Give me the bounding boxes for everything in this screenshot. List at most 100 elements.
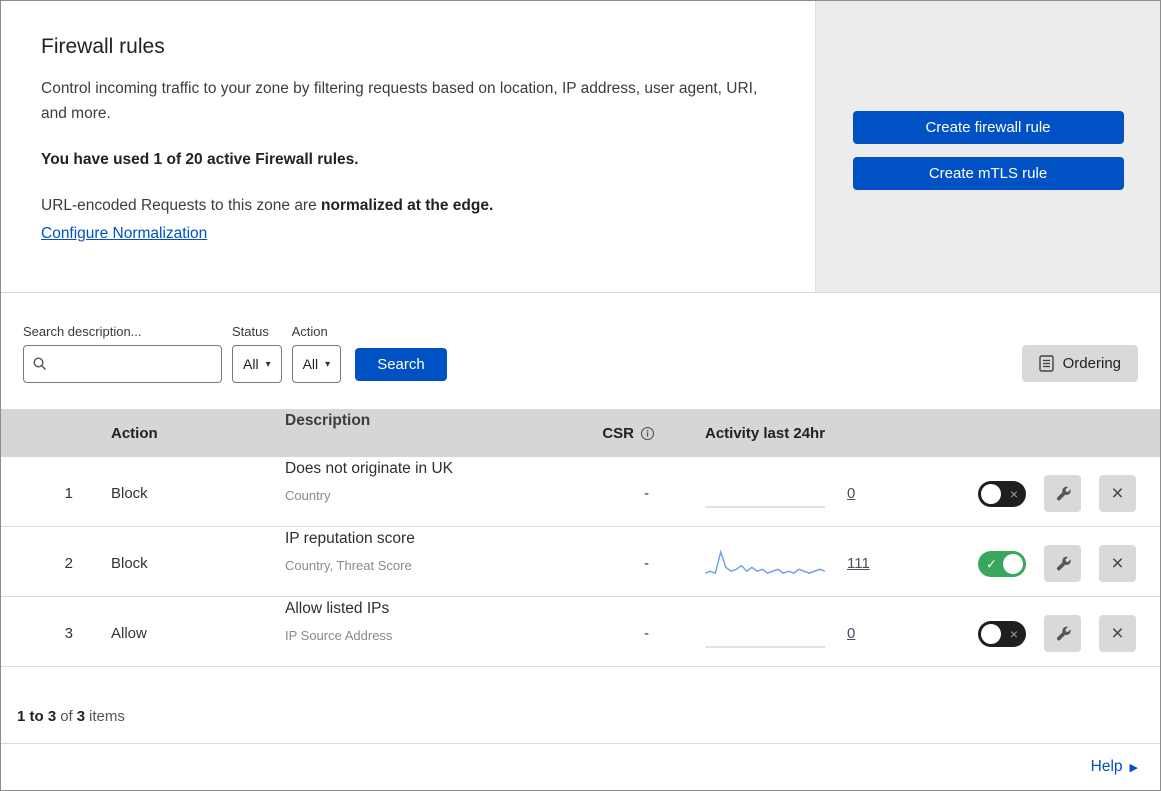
column-action: Action (111, 424, 158, 442)
rule-action: Block (111, 485, 148, 503)
table-footer: 1 to 3 of 3 items (1, 667, 1160, 743)
search-group: Search description... (23, 324, 222, 383)
help-link-label: Help (1090, 758, 1123, 775)
edit-rule-button[interactable] (1044, 475, 1081, 513)
close-icon: × (1111, 622, 1124, 646)
activity-sparkline (705, 646, 825, 648)
search-button[interactable]: Search (355, 348, 447, 381)
status-dropdown[interactable]: All ▾ (232, 345, 282, 383)
usage-summary: You have used 1 of 20 active Firewall ru… (41, 150, 359, 168)
status-label: Status (232, 324, 269, 339)
actions-panel: Create firewall rule Create mTLS rule (815, 1, 1160, 292)
rule-enabled-toggle[interactable]: × (978, 620, 1026, 647)
ordering-button-label: Ordering (1062, 355, 1121, 372)
chevron-down-icon: ▾ (265, 358, 271, 370)
rule-description-cell: IP reputation score Country, Threat Scor… (265, 527, 585, 577)
table-row: 1 Block Does not originate in UK Country… (1, 457, 1160, 527)
activity-count-link[interactable]: 111 (847, 555, 870, 572)
action-filter-group: Action All ▾ (291, 324, 342, 383)
column-csr: CSR (585, 425, 675, 442)
configure-normalization-link[interactable]: Configure Normalization (41, 225, 207, 242)
page-title: Firewall rules (41, 35, 165, 58)
help-link[interactable]: Help ▶ (1091, 758, 1138, 776)
rule-number: 1 (64, 485, 73, 503)
items-count-summary: 1 to 3 of 3 items (17, 708, 129, 725)
rule-action: Allow (111, 625, 147, 643)
rule-criteria: Country (285, 487, 331, 503)
rule-description-cell: Allow listed IPs IP Source Address (265, 597, 585, 647)
status-filter-group: Status All ▾ (232, 324, 282, 383)
activity-sparkline (705, 549, 825, 574)
delete-rule-button[interactable]: × (1099, 615, 1136, 653)
wrench-icon (1056, 626, 1071, 641)
rule-activity-cell: 0 (675, 477, 915, 511)
wrench-icon (1056, 486, 1071, 501)
header-text-panel: Firewall rules Control incoming traffic … (1, 1, 815, 292)
action-dropdown-value: All (302, 356, 319, 372)
rule-description: IP reputation score (285, 530, 415, 547)
close-icon: × (1111, 552, 1124, 576)
normalization-bold-text: normalized at the edge. (321, 196, 494, 214)
status-dropdown-value: All (243, 356, 259, 372)
delete-rule-button[interactable]: × (1099, 545, 1136, 583)
search-box[interactable] (23, 345, 222, 383)
delete-rule-button[interactable]: × (1099, 475, 1136, 513)
rule-criteria: IP Source Address (285, 627, 393, 643)
arrow-right-icon: ▶ (1129, 761, 1138, 774)
normalization-note: URL-encoded Requests to this zone are no… (41, 197, 775, 215)
close-icon: × (1111, 482, 1124, 506)
rule-description-cell: Does not originate in UK Country (265, 457, 585, 507)
page-description: Control incoming traffic to your zone by… (41, 80, 758, 122)
create-mtls-rule-button[interactable]: Create mTLS rule (852, 157, 1124, 190)
search-label: Search description... (23, 324, 142, 339)
rule-csr: - (644, 485, 649, 503)
column-activity: Activity last 24hr (705, 424, 826, 442)
toggle-state-icon: × (1009, 625, 1018, 642)
items-of: of (60, 708, 73, 725)
edit-rule-button[interactable] (1044, 545, 1081, 583)
items-range: 1 to 3 (17, 708, 57, 725)
rule-enabled-toggle[interactable]: ✓ (978, 550, 1026, 577)
help-bar: Help ▶ (1, 743, 1160, 790)
wrench-icon (1056, 556, 1071, 571)
toggle-knob (1003, 553, 1023, 574)
table-header: Action Description CSR Activity last 24h… (1, 409, 1160, 457)
items-total: 3 (76, 708, 86, 725)
rule-number: 3 (64, 625, 73, 643)
toggle-knob (981, 483, 1001, 504)
firewall-rules-page: Firewall rules Control incoming traffic … (0, 0, 1161, 791)
rule-controls: × × (915, 615, 1160, 653)
create-firewall-rule-button[interactable]: Create firewall rule (852, 111, 1124, 144)
table-row: 3 Allow Allow listed IPs IP Source Addre… (1, 597, 1160, 667)
rule-activity-cell: 111 (675, 547, 915, 581)
info-icon[interactable] (640, 426, 655, 441)
activity-count-link[interactable]: 0 (847, 625, 855, 642)
search-icon (33, 357, 47, 371)
activity-count-link[interactable]: 0 (847, 485, 855, 502)
activity-sparkline (705, 506, 825, 508)
rule-activity-cell: 0 (675, 617, 915, 651)
rule-csr: - (644, 625, 649, 643)
rule-action: Block (111, 555, 148, 573)
rule-csr: - (644, 555, 649, 573)
toggle-knob (981, 623, 1001, 644)
rule-criteria: Country, Threat Score (285, 557, 412, 573)
rule-description: Does not originate in UK (285, 460, 454, 477)
chevron-down-icon: ▾ (325, 358, 331, 370)
rule-controls: × × (915, 475, 1160, 513)
rule-enabled-toggle[interactable]: × (978, 480, 1026, 507)
rule-controls: ✓ × (915, 545, 1160, 583)
normalization-text: URL-encoded Requests to this zone are (41, 196, 322, 214)
search-input[interactable] (48, 355, 213, 373)
edit-rule-button[interactable] (1044, 615, 1081, 653)
action-dropdown[interactable]: All ▾ (291, 345, 342, 383)
filter-bar: Search description... Status All ▾ Actio… (1, 293, 1160, 409)
table-row: 2 Block IP reputation score Country, Thr… (1, 527, 1160, 597)
ordering-icon (1038, 355, 1054, 372)
action-label: Action (291, 324, 328, 339)
header-section: Firewall rules Control incoming traffic … (1, 1, 1160, 293)
rule-description: Allow listed IPs (285, 600, 390, 617)
rule-number: 2 (64, 555, 73, 573)
ordering-button[interactable]: Ordering (1021, 345, 1138, 382)
column-description: Description (285, 412, 371, 429)
